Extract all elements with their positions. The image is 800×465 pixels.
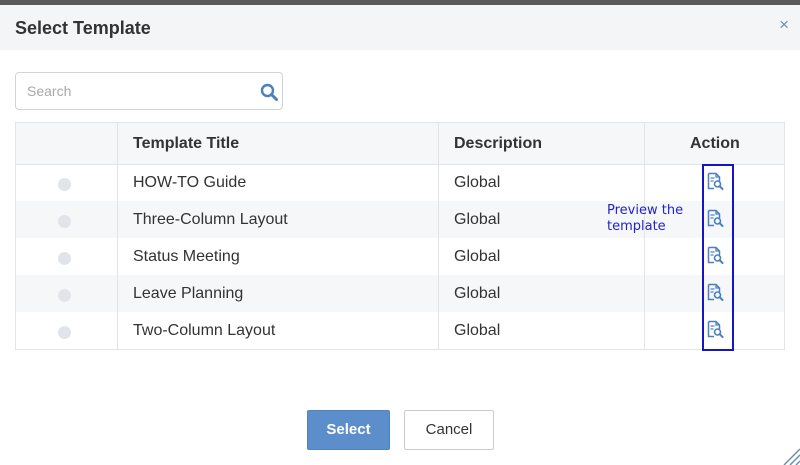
table-row[interactable]: Leave Planning Global — [16, 275, 784, 312]
column-header-action: Action — [690, 135, 740, 152]
template-description: Global — [454, 322, 501, 339]
template-title: Three-Column Layout — [133, 211, 288, 228]
template-title: HOW-TO Guide — [133, 174, 247, 191]
column-divider — [644, 123, 645, 349]
preview-icon[interactable] — [706, 209, 724, 227]
cancel-button[interactable]: Cancel — [404, 410, 494, 450]
table-row[interactable]: HOW-TO Guide Global — [16, 164, 784, 201]
template-title: Leave Planning — [133, 285, 244, 302]
select-button[interactable]: Select — [307, 410, 390, 450]
table-row[interactable]: Two-Column Layout Global — [16, 312, 784, 349]
template-table: Template Title Description Action HOW-TO… — [15, 122, 785, 350]
template-description: Global — [454, 174, 501, 191]
template-description: Global — [454, 285, 501, 302]
template-title: Two-Column Layout — [133, 322, 276, 339]
row-radio[interactable] — [58, 178, 71, 191]
resize-handle-icon[interactable] — [780, 445, 800, 465]
template-description: Global — [454, 211, 501, 228]
preview-icon[interactable] — [706, 283, 724, 301]
template-title: Status Meeting — [133, 248, 240, 265]
template-description: Global — [454, 248, 501, 265]
column-header-title[interactable]: Template Title — [133, 135, 239, 153]
preview-tooltip: Preview the template — [607, 203, 684, 234]
row-radio[interactable] — [58, 326, 71, 339]
column-divider — [117, 123, 118, 349]
table-row[interactable]: Status Meeting Global — [16, 238, 784, 275]
row-radio[interactable] — [58, 215, 71, 228]
preview-icon[interactable] — [706, 320, 724, 338]
column-header-description[interactable]: Description — [454, 135, 542, 153]
row-radio[interactable] — [58, 289, 71, 302]
search-input[interactable] — [17, 74, 267, 108]
dialog-header: Select Template × — [0, 5, 800, 50]
row-radio[interactable] — [58, 252, 71, 265]
table-header: Template Title Description Action — [16, 123, 784, 165]
preview-icon[interactable] — [706, 246, 724, 264]
close-icon[interactable]: × — [779, 16, 789, 33]
dialog-title: Select Template — [15, 18, 151, 38]
preview-icon[interactable] — [706, 172, 724, 190]
search-box — [15, 72, 283, 110]
search-icon[interactable] — [260, 83, 278, 101]
column-divider — [438, 123, 439, 349]
